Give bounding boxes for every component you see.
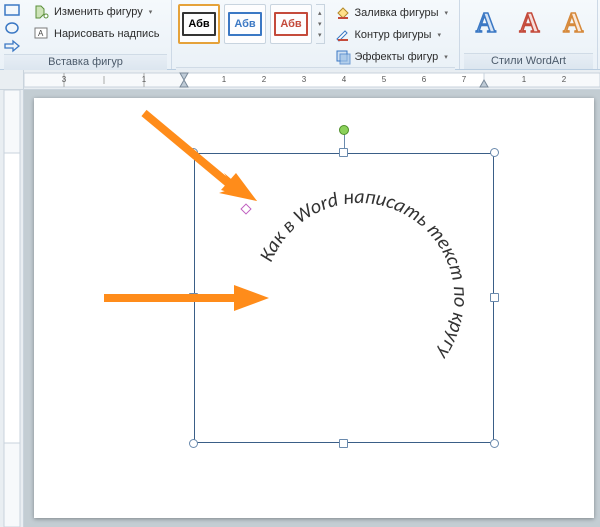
document-area: Как в Word написать текст по кругу [0, 90, 600, 527]
ruler-corner [0, 70, 24, 89]
svg-text:1: 1 [142, 75, 147, 84]
gallery-more-icon[interactable]: ▾ [317, 30, 323, 40]
shape-fill-label: Заливка фигуры [355, 7, 439, 19]
dropdown-icon: ▾ [149, 8, 153, 16]
page-viewport: Как в Word написать текст по кругу [24, 90, 600, 527]
gallery-down-icon[interactable]: ▾ [317, 19, 323, 29]
wordart-thumb-3[interactable]: A [553, 4, 593, 44]
shape-style-thumb-2[interactable]: Абв [224, 4, 266, 44]
draw-textbox-label: Нарисовать надпись [54, 28, 159, 40]
svg-text:A: A [38, 29, 44, 38]
resize-handle-n[interactable] [339, 148, 348, 157]
shape-outline-label: Контур фигуры [355, 29, 432, 41]
resize-handle-se[interactable] [490, 439, 499, 448]
group-label-wordart-styles: Стили WordArt [464, 53, 593, 69]
shape-style-thumb-3[interactable]: Абв [270, 4, 312, 44]
ribbon-toolbar: Изменить фигуру ▾ A Нарисовать надпись В… [0, 0, 600, 70]
arrow-shape-icon[interactable] [4, 38, 20, 54]
svg-text:3: 3 [62, 75, 67, 84]
shape-fill-button[interactable]: Заливка фигуры ▾ [331, 3, 453, 23]
annotation-arrow-1 [139, 108, 269, 221]
oval-shape-icon[interactable] [4, 20, 20, 36]
shape-effects-label: Эффекты фигур [355, 51, 439, 63]
svg-text:1: 1 [222, 75, 227, 84]
shape-text-content: Как в Word написать текст по кругу [255, 185, 473, 364]
resize-handle-e[interactable] [490, 293, 499, 302]
resize-handle-sw[interactable] [189, 439, 198, 448]
ruler-horizontal-area: 3 1 1 2 3 4 5 6 7 1 2 [0, 70, 600, 90]
ribbon-group-wordart-styles: A A A Стили WordArt [460, 0, 598, 69]
rectangle-shape-icon[interactable] [4, 2, 20, 18]
svg-text:5: 5 [382, 75, 387, 84]
edit-shape-label: Изменить фигуру [54, 6, 143, 18]
shape-outline-button[interactable]: Контур фигуры ▾ [331, 25, 453, 45]
edit-shape-button[interactable]: Изменить фигуру ▾ [30, 2, 163, 22]
draw-textbox-button[interactable]: A Нарисовать надпись [30, 24, 163, 44]
rotation-stem [344, 133, 345, 149]
shape-effects-button[interactable]: Эффекты фигур ▾ [331, 47, 453, 67]
svg-text:6: 6 [422, 75, 427, 84]
resize-handle-s[interactable] [339, 439, 348, 448]
svg-text:2: 2 [262, 75, 267, 84]
svg-text:1: 1 [522, 75, 527, 84]
svg-text:Как в Word написать текст по к: Как в Word написать текст по кругу [255, 185, 473, 364]
document-page[interactable]: Как в Word написать текст по кругу [34, 98, 594, 518]
gallery-up-icon[interactable]: ▴ [317, 8, 323, 18]
dropdown-icon: ▾ [437, 31, 441, 39]
ribbon-group-insert-shapes: Изменить фигуру ▾ A Нарисовать надпись В… [0, 0, 172, 69]
dropdown-icon: ▾ [444, 53, 448, 61]
svg-text:7: 7 [462, 75, 467, 84]
group-label-insert-shapes: Вставка фигур [4, 54, 167, 70]
wordart-thumb-2[interactable]: A [510, 4, 550, 44]
edit-shape-icon [34, 4, 50, 20]
svg-text:2: 2 [562, 75, 567, 84]
dropdown-icon: ▾ [445, 9, 449, 17]
effects-icon [335, 49, 351, 65]
ruler-horizontal[interactable]: 3 1 1 2 3 4 5 6 7 1 2 [24, 70, 600, 89]
pen-icon [335, 27, 351, 43]
annotation-arrow-2 [104, 283, 274, 316]
wordart-thumb-1[interactable]: A [466, 4, 506, 44]
svg-text:3: 3 [302, 75, 307, 84]
ribbon-group-shape-styles: Абв Абв Абв ▴ ▾ ▾ Заливка фигуры ▾ Конту… [172, 0, 460, 69]
rotation-handle[interactable] [339, 125, 349, 135]
ruler-vertical[interactable] [0, 90, 24, 527]
bucket-icon [335, 5, 351, 21]
svg-text:4: 4 [342, 75, 347, 84]
shape-style-thumb-1[interactable]: Абв [178, 4, 220, 44]
textbox-icon: A [34, 26, 50, 42]
resize-handle-ne[interactable] [490, 148, 499, 157]
